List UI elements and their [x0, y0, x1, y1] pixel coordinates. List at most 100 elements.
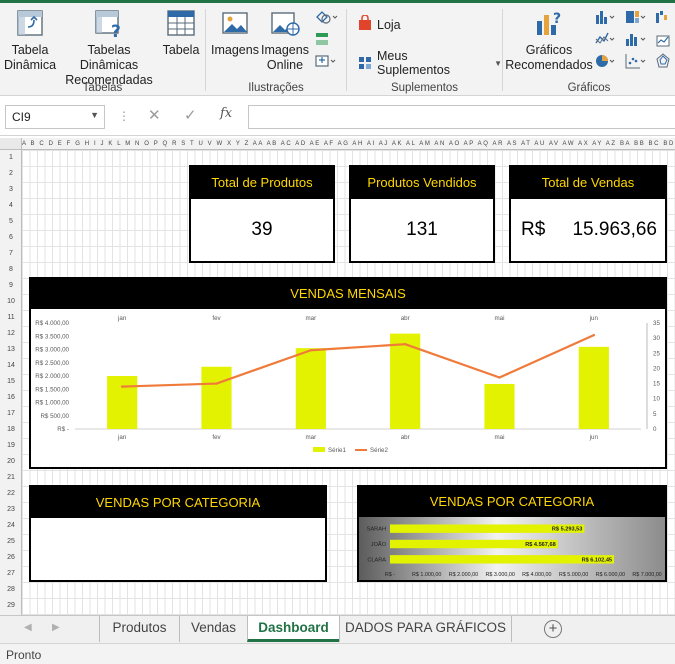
chart-title: VENDAS POR CATEGORIA — [31, 487, 325, 518]
waterfall-chart-icon[interactable] — [655, 9, 675, 25]
tab-dados-para-graficos[interactable]: DADOS PARA GRÁFICOS — [339, 616, 512, 642]
statistic-chart-icon[interactable] — [625, 31, 646, 47]
row-header[interactable]: 27 — [0, 570, 22, 577]
row-header[interactable]: 8 — [0, 266, 22, 273]
svg-text:?: ? — [111, 22, 121, 39]
x2-tick-label: jan — [117, 315, 127, 322]
radar-chart-icon[interactable] — [655, 53, 675, 69]
kpi-title: Total de Vendas — [511, 167, 665, 199]
svg-text:?: ? — [553, 11, 561, 27]
row-header[interactable]: 2 — [0, 170, 22, 177]
imagens-online-button[interactable]: Imagens Online — [260, 7, 310, 73]
meus-suplementos-button[interactable]: Meus Suplementos ▼ — [357, 49, 502, 77]
line-chart-icon[interactable] — [595, 31, 615, 47]
bar-serie1 — [295, 348, 326, 429]
screenshot-icon[interactable] — [314, 53, 336, 69]
x2-tick-label: mai — [495, 315, 505, 322]
tab-label: Vendas — [190, 620, 237, 635]
row-header[interactable]: 14 — [0, 362, 22, 369]
x-tick-label: jan — [117, 434, 127, 441]
smartart-icon[interactable] — [314, 31, 334, 47]
kpi-total-produtos[interactable]: Total de Produtos 39 — [189, 165, 335, 263]
meus-suplementos-label: Meus Suplementos — [377, 49, 450, 77]
row-header[interactable]: 10 — [0, 298, 22, 305]
vendas-categoria-bar-chart[interactable]: VENDAS POR CATEGORIA SARAH R$ 5.293,53 JOÃ… — [357, 485, 667, 582]
tabela-button[interactable]: Tabela — [160, 7, 202, 58]
name-box[interactable]: CI9 ▼ — [5, 105, 105, 129]
y-tick-label: R$ - — [57, 426, 69, 433]
confirm-icon[interactable]: ✓ — [184, 106, 197, 124]
row-header[interactable]: 9 — [0, 282, 22, 289]
drag-handle-icon[interactable]: ⋮ — [118, 109, 131, 123]
row-header[interactable]: 12 — [0, 330, 22, 337]
row-header[interactable]: 13 — [0, 346, 22, 353]
tab-produtos[interactable]: Produtos — [99, 616, 179, 642]
scatter-chart-icon[interactable] — [625, 53, 646, 69]
row-header[interactable]: 4 — [0, 202, 22, 209]
recommended-pivot-icon: ? — [93, 7, 125, 42]
row-header[interactable]: 15 — [0, 378, 22, 385]
pie-chart-icon[interactable] — [595, 53, 615, 69]
vendas-categoria-empty-chart[interactable]: VENDAS POR CATEGORIA — [29, 485, 327, 582]
imagens-button[interactable]: Imagens — [210, 7, 260, 58]
loja-button[interactable]: Loja — [357, 14, 401, 34]
scroll-left-icon[interactable]: ◀ — [24, 622, 32, 633]
row-header[interactable]: 22 — [0, 490, 22, 497]
row-header[interactable]: 29 — [0, 602, 22, 609]
row-header[interactable]: 18 — [0, 426, 22, 433]
row-headers[interactable]: 1 2 3 4 5 6 7 8 9 10 11 12 13 14 15 16 17 18 19 20 21 22 23 24 2… — [0, 150, 22, 615]
kpi-title: Produtos Vendidos — [351, 167, 493, 199]
chevron-down-icon[interactable]: ▼ — [90, 110, 99, 120]
tab-vendas[interactable]: Vendas — [179, 616, 247, 642]
worksheet-grid[interactable]: A B C D E F G H I J K L M N O P Q R S T … — [0, 138, 675, 615]
shapes-icon[interactable] — [314, 9, 338, 25]
cancel-icon[interactable]: ✕ — [148, 106, 161, 124]
row-header[interactable]: 5 — [0, 218, 22, 225]
category-label: JOÃO — [371, 541, 387, 548]
vendas-mensais-chart[interactable]: VENDAS MENSAIS R$ - R$ 500,00 R$ 1.000,00 R… — [29, 277, 667, 469]
y2-tick-label: 25 — [653, 350, 660, 357]
tabelas-group-label: Tabelas — [82, 82, 123, 94]
row-header[interactable]: 23 — [0, 506, 22, 513]
y2-tick-label: 5 — [653, 411, 657, 418]
x2-tick-label: fev — [212, 315, 221, 322]
combo-chart-icon[interactable] — [655, 31, 675, 47]
legend-swatch-serie1 — [313, 447, 325, 452]
formula-input[interactable] — [248, 105, 675, 129]
add-sheet-icon[interactable]: + — [544, 620, 562, 638]
kpi-total-vendas[interactable]: Total de Vendas R$ 15.963,66 — [509, 165, 667, 263]
tabela-dinamica-label-2: Dinâmica — [3, 58, 57, 72]
row-header[interactable]: 24 — [0, 522, 22, 529]
tab-dashboard[interactable]: Dashboard — [247, 616, 339, 642]
row-header[interactable]: 11 — [0, 314, 22, 321]
select-all-button[interactable] — [0, 138, 22, 150]
row-header[interactable]: 20 — [0, 458, 22, 465]
ilustracoes-group-label: Ilustrações — [248, 82, 304, 94]
row-header[interactable]: 16 — [0, 394, 22, 401]
kpi-produtos-vendidos[interactable]: Produtos Vendidos 131 — [349, 165, 495, 263]
tabelas-recomendadas-button[interactable]: ? Tabelas Dinâmicas Recomendadas — [60, 7, 158, 88]
row-header[interactable]: 26 — [0, 554, 22, 561]
row-header[interactable]: 3 — [0, 186, 22, 193]
column-chart-icon[interactable] — [595, 9, 615, 25]
x-tick-label: R$ 3.000,00 — [485, 572, 514, 578]
row-header[interactable]: 17 — [0, 410, 22, 417]
row-header[interactable]: 1 — [0, 154, 22, 161]
column-headers[interactable]: A B C D E F G H I J K L M N O P Q R S T … — [0, 138, 675, 150]
row-header[interactable]: 25 — [0, 538, 22, 545]
legend-label-serie2: Série2 — [370, 447, 388, 454]
graficos-recomendados-button[interactable]: ? Gráficos Recomendados — [505, 7, 593, 73]
tabela-dinamica-button[interactable]: Tabela Dinâmica — [2, 7, 58, 73]
hierarchy-chart-icon[interactable] — [625, 9, 646, 25]
row-header[interactable]: 19 — [0, 442, 22, 449]
insert-function-icon[interactable]: fx — [220, 106, 232, 121]
chevron-down-icon: ▼ — [494, 58, 502, 68]
imagens-online-label-2: Online — [266, 58, 304, 72]
scroll-right-icon[interactable]: ▶ — [52, 622, 60, 633]
row-header[interactable]: 21 — [0, 474, 22, 481]
row-header[interactable]: 7 — [0, 250, 22, 257]
row-header[interactable]: 6 — [0, 234, 22, 241]
point-serie2 — [592, 333, 596, 337]
row-header[interactable]: 28 — [0, 586, 22, 593]
status-bar: Pronto — [0, 643, 675, 664]
